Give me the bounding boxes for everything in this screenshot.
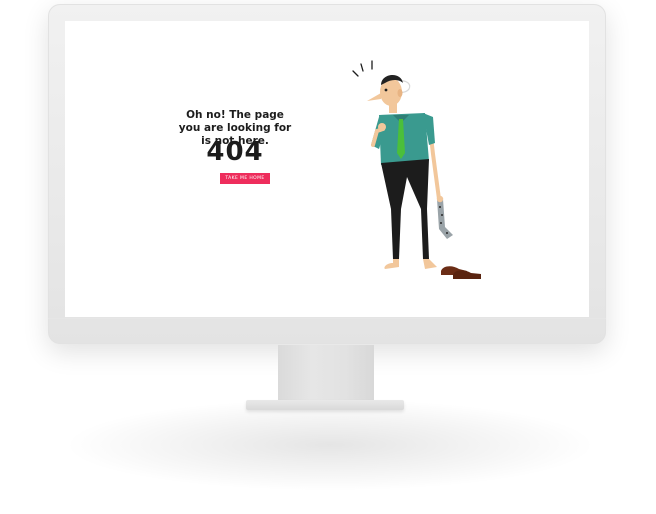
eye [384, 88, 388, 92]
monitor-mockup: Oh no! The page you are looking for is n… [0, 0, 656, 514]
nose [367, 93, 381, 101]
take-me-home-button[interactable]: TAKE ME HOME [220, 173, 270, 184]
left-hand [436, 195, 444, 203]
shoe-2 [453, 270, 481, 279]
floor-shadow [70, 400, 590, 490]
error-code: 404 [206, 137, 264, 167]
monitor-chin-divider [48, 318, 606, 319]
monitor-stand-base [246, 400, 404, 410]
right-hand [378, 123, 386, 131]
confused-man-illustration [352, 60, 481, 279]
ear [397, 89, 403, 97]
monitor-stand-neck [278, 345, 374, 403]
sock [437, 199, 453, 239]
right-foot [384, 259, 399, 269]
left-leg [421, 209, 429, 259]
surprise-marks [352, 60, 373, 77]
monitor-screen: Oh no! The page you are looking for is n… [65, 21, 589, 317]
left-foot [423, 259, 437, 269]
right-leg [391, 209, 401, 259]
trousers [381, 159, 429, 209]
